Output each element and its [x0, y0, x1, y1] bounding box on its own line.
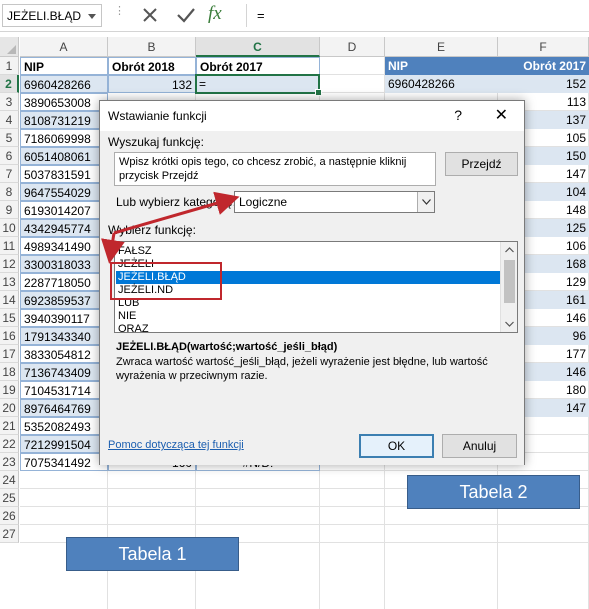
arrow-to-category	[113, 191, 240, 235]
annotation-arrows	[101, 191, 240, 264]
arrow-to-list	[101, 232, 125, 264]
